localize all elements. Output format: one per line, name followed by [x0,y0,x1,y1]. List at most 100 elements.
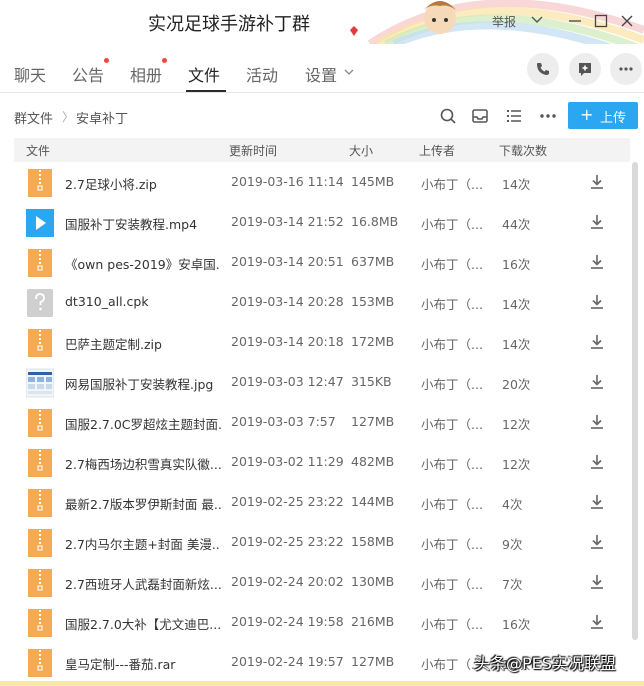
zip-file-icon [28,649,52,677]
more-icon [619,67,633,71]
report-button[interactable]: 举报 [492,13,516,30]
album-badge [162,58,167,63]
download-icon[interactable] [588,613,606,631]
table-row[interactable]: 2.7梅西场边积雪真实队徽... 2019-03-02 11:29 482MB … [14,442,630,482]
tab-settings[interactable]: 设置 [305,62,337,86]
file-uploader[interactable]: 小布丁（... [421,334,483,353]
scrollbar[interactable] [632,162,638,640]
download-icon[interactable] [588,533,606,551]
download-icon[interactable] [588,213,606,231]
tab-chat[interactable]: 聊天 [14,62,46,86]
file-uploader[interactable]: 小布丁（... [421,374,483,393]
file-date: 2019-03-14 20:28 [231,294,344,309]
file-size: 127MB [351,414,395,429]
table-row[interactable]: 2.7西班牙人武磊封面新炫... 2019-02-24 20:02 130MB … [14,562,630,602]
file-uploader[interactable]: 小布丁（... [421,414,483,433]
add-message-button[interactable] [569,53,601,85]
table-row[interactable]: 《own pes-2019》安卓国... 2019-03-14 20:51 63… [14,242,630,282]
file-download-count: 12次 [502,457,531,472]
download-icon[interactable] [588,173,606,191]
file-uploader[interactable]: 小布丁（... [421,494,483,513]
minimize-icon[interactable] [566,12,584,30]
file-size: 315KB [351,374,392,389]
title-bar: 实况足球手游补丁群 举报 [0,0,644,44]
file-size: 130MB [351,574,395,589]
unknown-file-icon [27,289,53,317]
table-row[interactable]: 2.7内马尔主题+封面 美漫... 2019-02-25 23:22 158MB… [14,522,630,562]
file-uploader[interactable]: 小布丁（... [421,454,483,473]
file-size: 145MB [351,174,395,189]
zip-file-icon [28,169,52,197]
more-icon[interactable] [538,106,558,126]
breadcrumb-separator-icon: 〉 [62,110,75,124]
download-icon[interactable] [588,493,606,511]
file-date: 2019-02-25 23:22 [231,534,344,549]
file-size: 144MB [351,494,395,509]
column-size[interactable]: 大小 [349,142,373,159]
tab-announcement[interactable]: 公告 [72,62,104,86]
list-view-icon[interactable] [504,106,524,126]
search-icon[interactable] [438,106,458,126]
file-uploader[interactable]: 小布丁（... [421,294,483,313]
file-uploader[interactable]: 小布丁（... [421,574,483,593]
file-download-count: 14次 [502,337,531,352]
file-uploader[interactable]: 小布丁（... [421,214,483,233]
column-downloads[interactable]: 下载次数 [499,142,547,159]
table-row[interactable]: 2.7足球小将.zip 2019-03-16 11:14 145MB 小布丁（.… [14,162,630,202]
column-file[interactable]: 文件 [26,142,50,159]
download-icon[interactable] [588,573,606,591]
announcement-badge [104,58,109,63]
phone-icon [537,63,549,75]
table-row[interactable]: 国服2.7.0C罗超炫主题封面... 2019-03-03 7:57 127MB… [14,402,630,442]
file-uploader[interactable]: 小布丁（... [421,534,483,553]
file-name: 2.7内马尔主题+封面 美漫... [65,537,221,552]
call-button[interactable] [527,53,559,85]
table-row[interactable]: 国服2.7.0大补【尤文迪巴... 2019-02-24 19:58 216MB… [14,602,630,642]
file-date: 2019-03-14 20:51 [231,254,344,269]
maximize-icon[interactable] [592,12,610,30]
close-icon[interactable] [618,12,636,30]
column-updated[interactable]: 更新时间 [229,142,277,159]
settings-chevron-down-icon[interactable] [343,66,355,78]
bottom-edge [0,681,644,686]
window-title: 实况足球手游补丁群 [148,14,310,35]
file-download-count: 4次 [502,497,523,512]
table-row[interactable]: 巴萨主题定制.zip 2019-03-14 20:18 172MB 小布丁（..… [14,322,630,362]
download-icon[interactable] [588,293,606,311]
file-date: 2019-02-24 19:57 [231,654,344,669]
file-size: 216MB [351,614,395,629]
table-row[interactable]: 国服补丁安装教程.mp4 2019-03-14 21:52 16.8MB 小布丁… [14,202,630,242]
table-row[interactable]: dt310_all.cpk 2019-03-14 20:28 153MB 小布丁… [14,282,630,322]
zip-file-icon [28,409,52,437]
breadcrumb-current: 安卓补丁 [76,112,129,127]
file-date: 2019-02-24 19:58 [231,614,344,629]
file-size: 127MB [351,654,395,669]
download-icon[interactable] [588,413,606,431]
file-download-count: 16次 [502,617,531,632]
more-options-button[interactable] [610,53,642,85]
table-row[interactable]: 最新2.7版本罗伊斯封面 最... 2019-02-25 23:22 144MB… [14,482,630,522]
file-uploader[interactable]: 小布丁（... [421,254,483,273]
tab-activity[interactable]: 活动 [246,62,278,86]
download-icon[interactable] [588,253,606,271]
download-icon[interactable] [588,333,606,351]
zip-file-icon [28,449,52,477]
tab-files[interactable]: 文件 [188,62,220,86]
file-download-count: 12次 [502,417,531,432]
download-icon[interactable] [588,373,606,391]
file-uploader[interactable]: 小布丁（... [421,614,483,633]
chevron-down-icon[interactable] [530,12,544,26]
upload-button[interactable]: + 上传 [568,102,638,129]
table-row[interactable]: 网易国服补丁安装教程.jpg 2019-03-03 12:47 315KB 小布… [14,362,630,402]
column-uploader[interactable]: 上传者 [419,142,455,159]
add-chat-icon [579,63,591,76]
file-name: 2.7梅西场边积雪真实队徽... [65,457,221,472]
file-name: 国服2.7.0C罗超炫主题封面... [65,417,221,432]
table-header: 文件 更新时间 大小 上传者 下载次数 [14,138,630,162]
tab-album[interactable]: 相册 [130,62,162,86]
breadcrumb-root[interactable]: 群文件 [14,108,53,127]
tabs-divider [0,92,644,93]
download-icon[interactable] [588,453,606,471]
inbox-icon[interactable] [470,106,490,126]
file-uploader[interactable]: 小布丁（... [421,174,483,193]
